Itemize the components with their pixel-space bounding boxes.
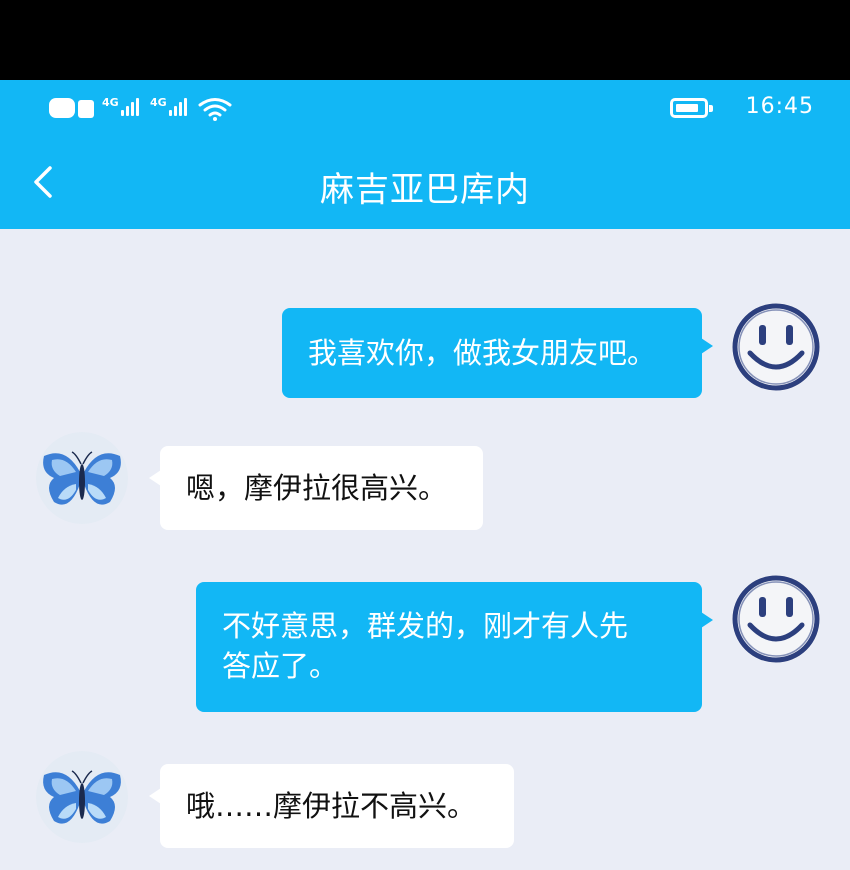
message-text-line-1: 不好意思，群发的，刚才有人先 [222,609,629,643]
chat-area[interactable]: 我喜欢你，做我女朋友吧。 嗯，摩伊拉很高兴。 不好意思，群发的，刚才有人先 答应… [0,229,850,870]
butterfly-icon[interactable] [36,751,128,843]
message-text: 哦……摩伊拉不高兴。 [186,789,477,823]
signal-icon-2: 4G [150,94,187,116]
message-bubble-incoming[interactable]: 嗯，摩伊拉很高兴。 [149,446,483,530]
signal-icon: 4G [102,94,139,116]
message-bubble-outgoing[interactable]: 我喜欢你，做我女朋友吧。 [282,308,713,398]
message-text-line-2: 答应了。 [222,649,339,683]
top-black-band [0,0,850,80]
network-type-label-2: 4G [150,96,167,109]
message-bubble-outgoing[interactable]: 不好意思，群发的，刚才有人先 答应了。 [196,582,713,712]
message-bubble-incoming[interactable]: 哦……摩伊拉不高兴。 [149,764,514,848]
smiley-face-icon[interactable] [730,573,822,665]
message-text: 嗯，摩伊拉很高兴。 [186,471,448,505]
wifi-icon [198,98,232,121]
message-text: 我喜欢你，做我女朋友吧。 [308,336,657,370]
clock: 16:45 [745,94,814,119]
hd-icon [49,98,94,118]
status-bar: 4G 4G 16:45 [0,80,850,136]
battery-icon [670,98,713,118]
chat-title: 麻吉亚巴库内 [320,170,530,210]
smiley-face-icon[interactable] [730,301,822,393]
chat-header: 麻吉亚巴库内 [0,136,850,229]
network-type-label: 4G [102,96,119,109]
butterfly-icon[interactable] [36,432,128,524]
